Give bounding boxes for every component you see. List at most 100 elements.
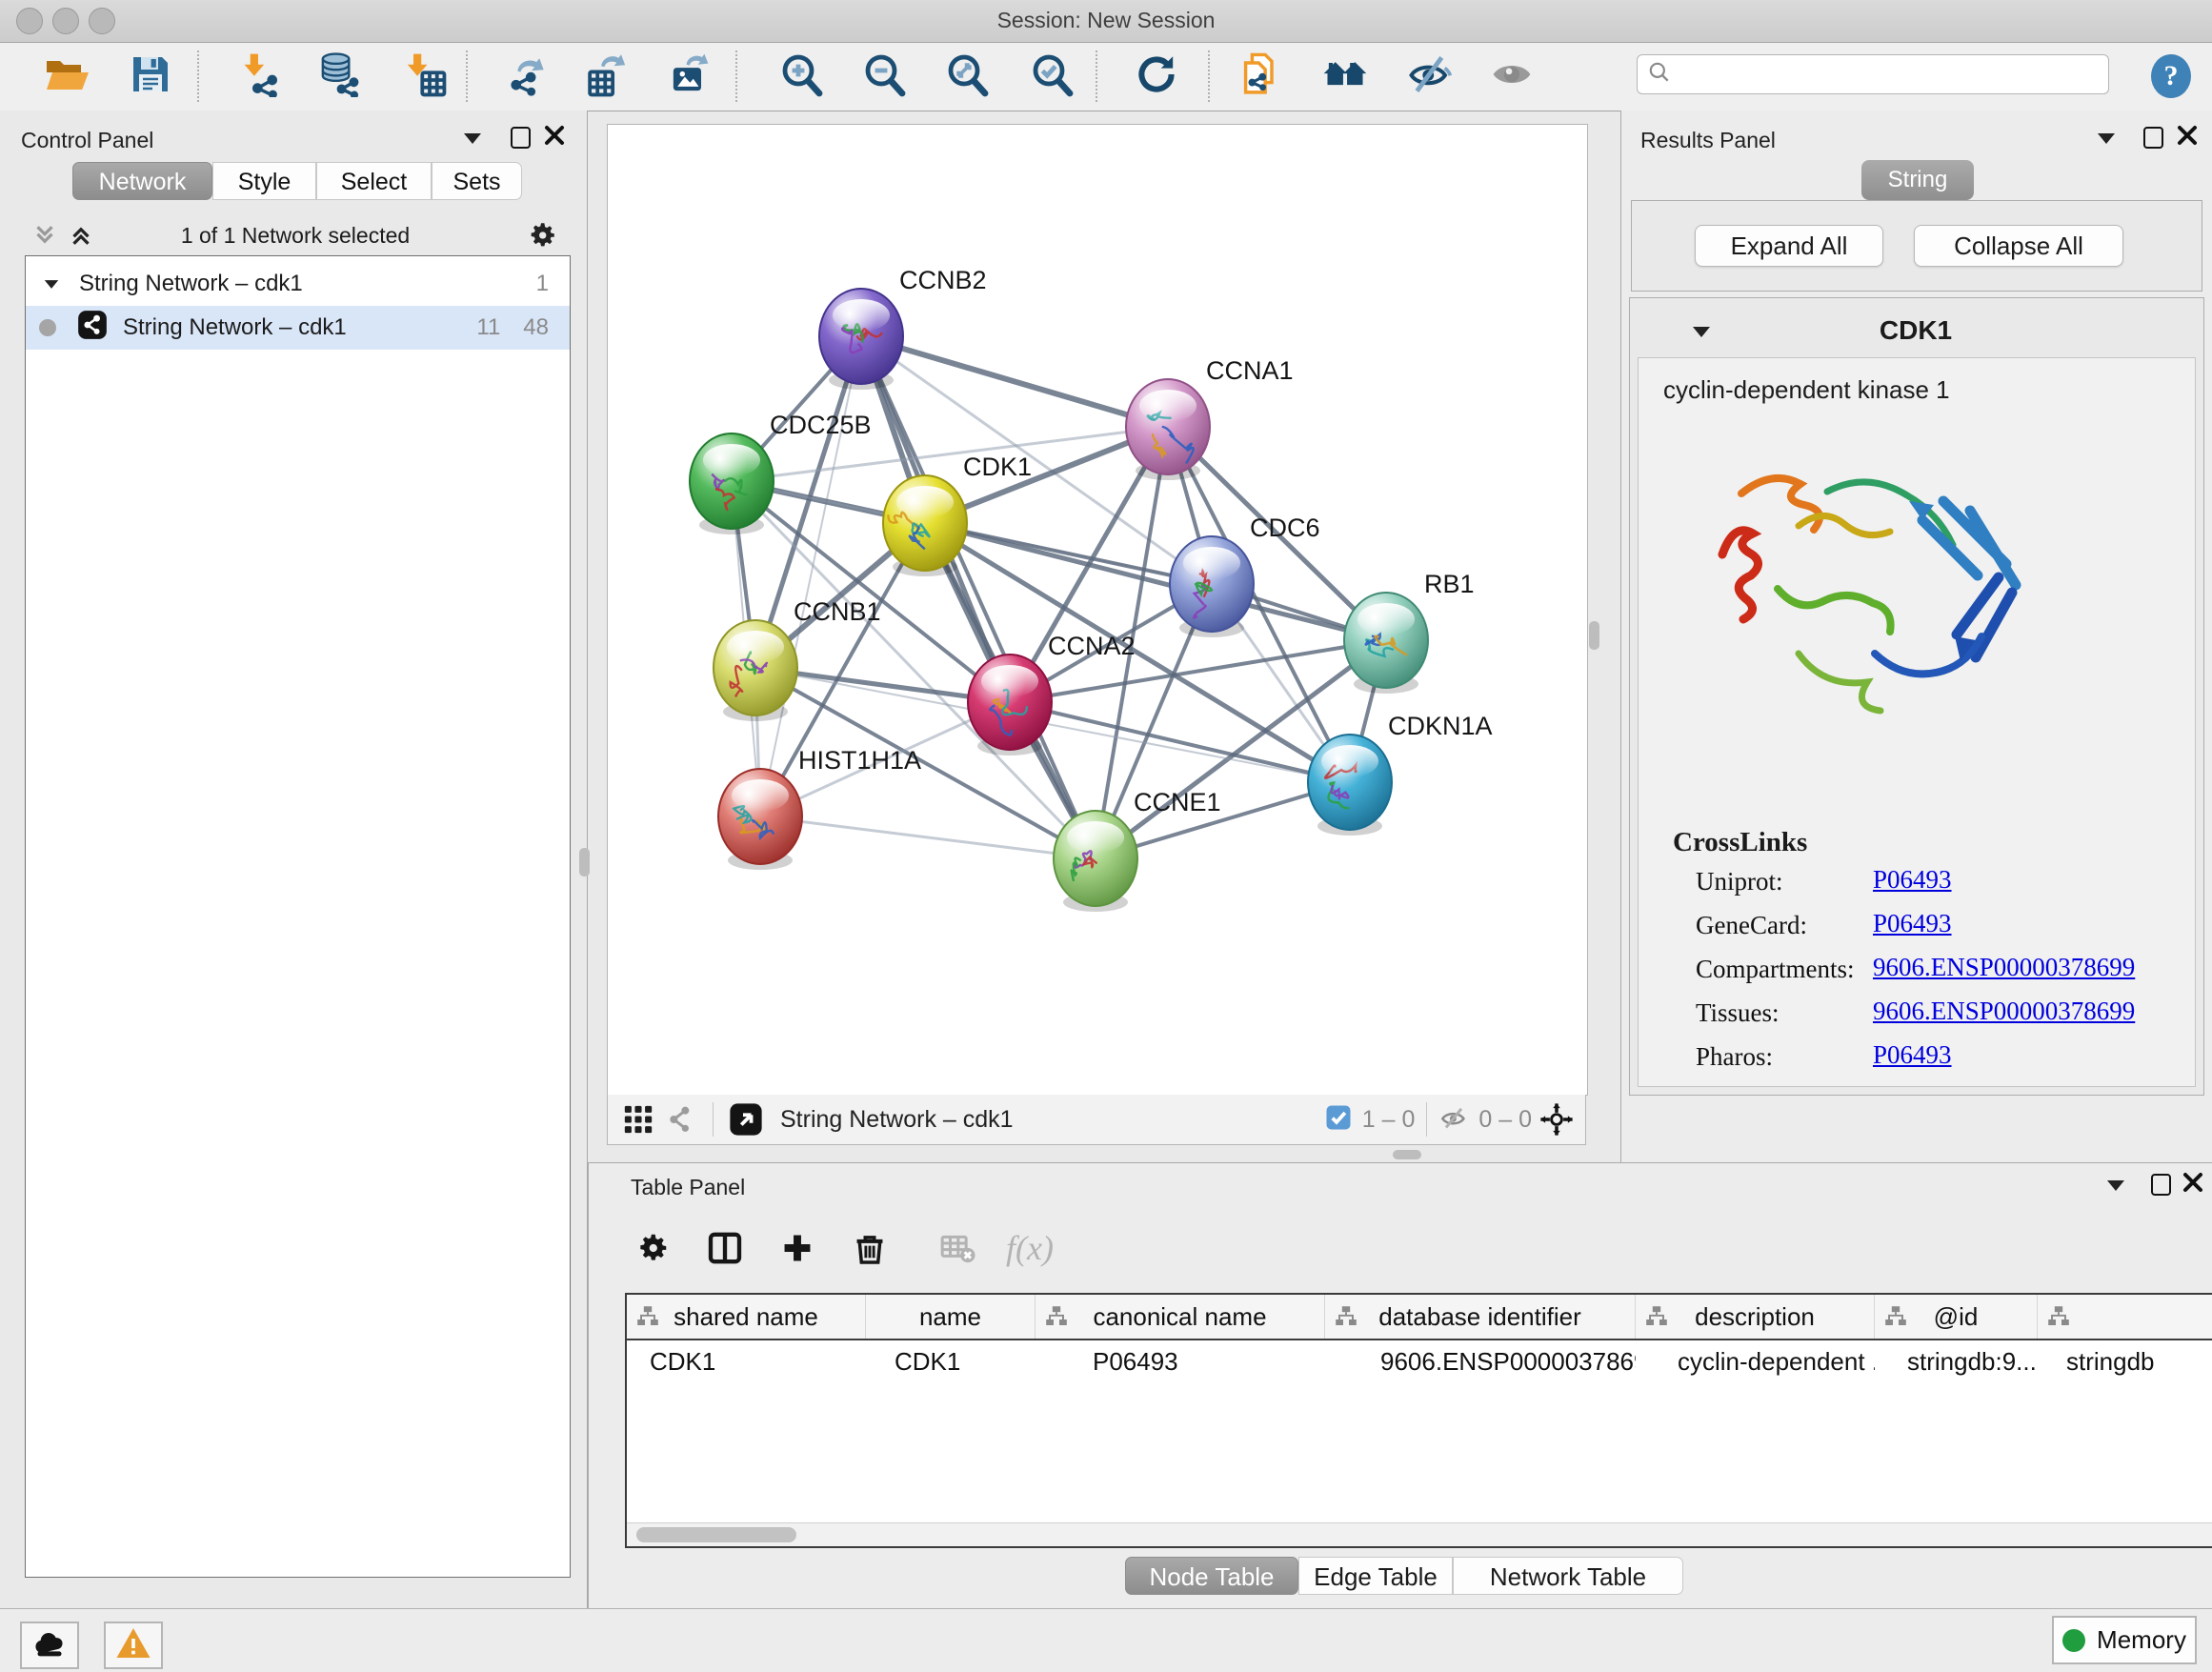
export-image-button[interactable] (666, 52, 714, 100)
export-network-button[interactable] (502, 52, 550, 100)
expand-all-icon[interactable] (67, 221, 95, 254)
cell-namespace[interactable]: stringdb (2038, 1340, 2212, 1384)
vertical-splitter-handle[interactable] (1589, 621, 1599, 650)
selected-checkbox-icon[interactable] (1324, 1103, 1353, 1137)
open-session-button[interactable] (42, 52, 90, 100)
column-header[interactable]: database identifier (1325, 1295, 1636, 1339)
tree-expand-icon[interactable] (45, 280, 58, 289)
gear-icon[interactable] (526, 219, 558, 256)
network-collection-row[interactable]: String Network – cdk1 1 (26, 262, 570, 306)
add-column-button[interactable] (772, 1222, 823, 1274)
node-label-CDK1: CDK1 (963, 453, 1032, 481)
cell-canonical-name[interactable]: P06493 (1036, 1340, 1325, 1384)
export-table-button[interactable] (584, 52, 632, 100)
tab-network[interactable]: Network (72, 162, 212, 200)
zoom-out-button[interactable] (860, 52, 908, 100)
import-network-button[interactable] (235, 52, 283, 100)
tab-select[interactable]: Select (316, 162, 432, 200)
function-builder-button[interactable]: f(x) (1004, 1222, 1056, 1274)
tab-edge-table[interactable]: Edge Table (1298, 1557, 1453, 1595)
table-horizontal-scrollbar[interactable] (627, 1522, 2212, 1546)
crosslink-link[interactable]: 9606.ENSP00000378699 (1873, 953, 2135, 982)
panel-float-icon[interactable] (511, 127, 531, 149)
column-header[interactable]: @id (1875, 1295, 2038, 1339)
node-table[interactable]: shared name name canonical name database… (625, 1293, 2212, 1548)
column-header[interactable]: canonical name (1036, 1295, 1325, 1339)
help-button[interactable]: ? (2147, 52, 2195, 105)
delete-table-button[interactable] (932, 1222, 983, 1274)
network-row-selected[interactable]: String Network – cdk1 11 48 (26, 306, 570, 350)
panel-float-icon[interactable] (2151, 1174, 2171, 1196)
toolbar-search[interactable] (1637, 54, 2109, 94)
network-node-CDKN1A[interactable]: CDKN1A (1308, 712, 1493, 836)
panel-menu-icon[interactable] (464, 133, 481, 144)
hide-selected-button[interactable] (1405, 52, 1453, 100)
protein-description: cyclin-dependent kinase 1 (1663, 375, 1950, 405)
panel-close-icon[interactable] (2182, 1171, 2204, 1199)
column-header[interactable]: name (866, 1295, 1036, 1339)
fit-selected-crosshair-icon[interactable] (1532, 1098, 1581, 1140)
import-table-button[interactable] (400, 52, 448, 100)
scrollbar-thumb[interactable] (636, 1527, 796, 1542)
network-node-CCNA1[interactable]: CCNA1 (1126, 356, 1294, 480)
network-node-CDC25B[interactable]: CDC25B (690, 411, 872, 534)
network-node-HIST1H1A[interactable]: HIST1H1A (718, 746, 921, 870)
hidden-eye-icon[interactable] (1438, 1102, 1469, 1138)
birds-eye-toggle-icon[interactable] (725, 1098, 767, 1140)
tab-network-table[interactable]: Network Table (1453, 1557, 1683, 1595)
crosslink-link[interactable]: P06493 (1873, 1040, 1952, 1070)
cloud-status-button[interactable] (20, 1622, 79, 1669)
collapse-all-icon[interactable] (30, 221, 59, 254)
collapse-all-button[interactable]: Collapse All (1914, 225, 2123, 267)
share-view-icon[interactable] (659, 1098, 701, 1140)
clone-network-button[interactable] (1237, 52, 1284, 100)
zoom-selected-button[interactable] (1028, 52, 1076, 100)
network-node-CCNE1[interactable]: CCNE1 (1054, 788, 1221, 912)
cell-name[interactable]: CDK1 (866, 1340, 1036, 1384)
memory-button[interactable]: Memory (2052, 1616, 2197, 1664)
cell-shared-name[interactable]: CDK1 (627, 1340, 866, 1384)
zoom-in-button[interactable] (777, 52, 825, 100)
search-input[interactable] (1672, 60, 2099, 89)
delete-column-button[interactable] (844, 1222, 895, 1274)
horizontal-splitter-handle[interactable] (1393, 1150, 1421, 1159)
tab-node-table[interactable]: Node Table (1125, 1557, 1298, 1595)
network-node-CCNB1[interactable]: CCNB1 (714, 597, 881, 721)
refresh-button[interactable] (1133, 52, 1180, 100)
warning-status-button[interactable] (104, 1622, 163, 1669)
column-header[interactable]: namespace (2038, 1295, 2212, 1339)
grid-view-icon[interactable] (617, 1098, 659, 1140)
panel-float-icon[interactable] (2143, 127, 2163, 149)
show-columns-button[interactable] (699, 1222, 751, 1274)
panel-menu-icon[interactable] (2098, 133, 2115, 144)
result-expand-icon[interactable] (1693, 327, 1710, 337)
network-node-CCNB2[interactable]: CCNB2 (819, 266, 987, 390)
column-header[interactable]: shared name (627, 1295, 866, 1339)
zoom-fit-button[interactable] (943, 52, 991, 100)
column-header[interactable]: description (1636, 1295, 1875, 1339)
tab-style[interactable]: Style (212, 162, 316, 200)
tab-sets[interactable]: Sets (432, 162, 522, 200)
cell-database-identifier[interactable]: 9606.ENSP00000378699 (1325, 1340, 1636, 1384)
panel-menu-icon[interactable] (2107, 1180, 2124, 1191)
save-session-button[interactable] (127, 52, 174, 100)
table-settings-button[interactable] (627, 1222, 678, 1274)
expand-all-button[interactable]: Expand All (1695, 225, 1883, 267)
current-network-dot-icon (39, 319, 56, 336)
crosslink-link[interactable]: P06493 (1873, 865, 1952, 895)
panel-close-icon[interactable] (543, 124, 566, 151)
tab-string[interactable]: String (1861, 160, 1974, 200)
network-canvas[interactable]: CCNB2CCNA1CDC25BCDK1CDC6RB1CCNB1CCNA2CDK… (607, 124, 1588, 1096)
table-row[interactable]: CDK1 CDK1 P06493 9606.ENSP00000378699 cy… (627, 1340, 2212, 1384)
panel-close-icon[interactable] (2176, 124, 2199, 151)
cell-id[interactable]: stringdb:9... (1875, 1340, 2038, 1384)
crosslink-link[interactable]: 9606.ENSP00000378699 (1873, 997, 2135, 1026)
vertical-splitter-handle[interactable] (579, 848, 590, 876)
network-node-RB1[interactable]: RB1 (1344, 570, 1475, 694)
first-neighbors-button[interactable] (1321, 52, 1369, 100)
show-all-button[interactable] (1488, 52, 1536, 100)
cell-description[interactable]: cyclin-dependent ... (1636, 1340, 1875, 1384)
network-graph[interactable]: CCNB2CCNA1CDC25BCDK1CDC6RB1CCNB1CCNA2CDK… (608, 125, 1587, 1095)
import-database-button[interactable] (315, 52, 363, 100)
crosslink-link[interactable]: P06493 (1873, 909, 1952, 938)
